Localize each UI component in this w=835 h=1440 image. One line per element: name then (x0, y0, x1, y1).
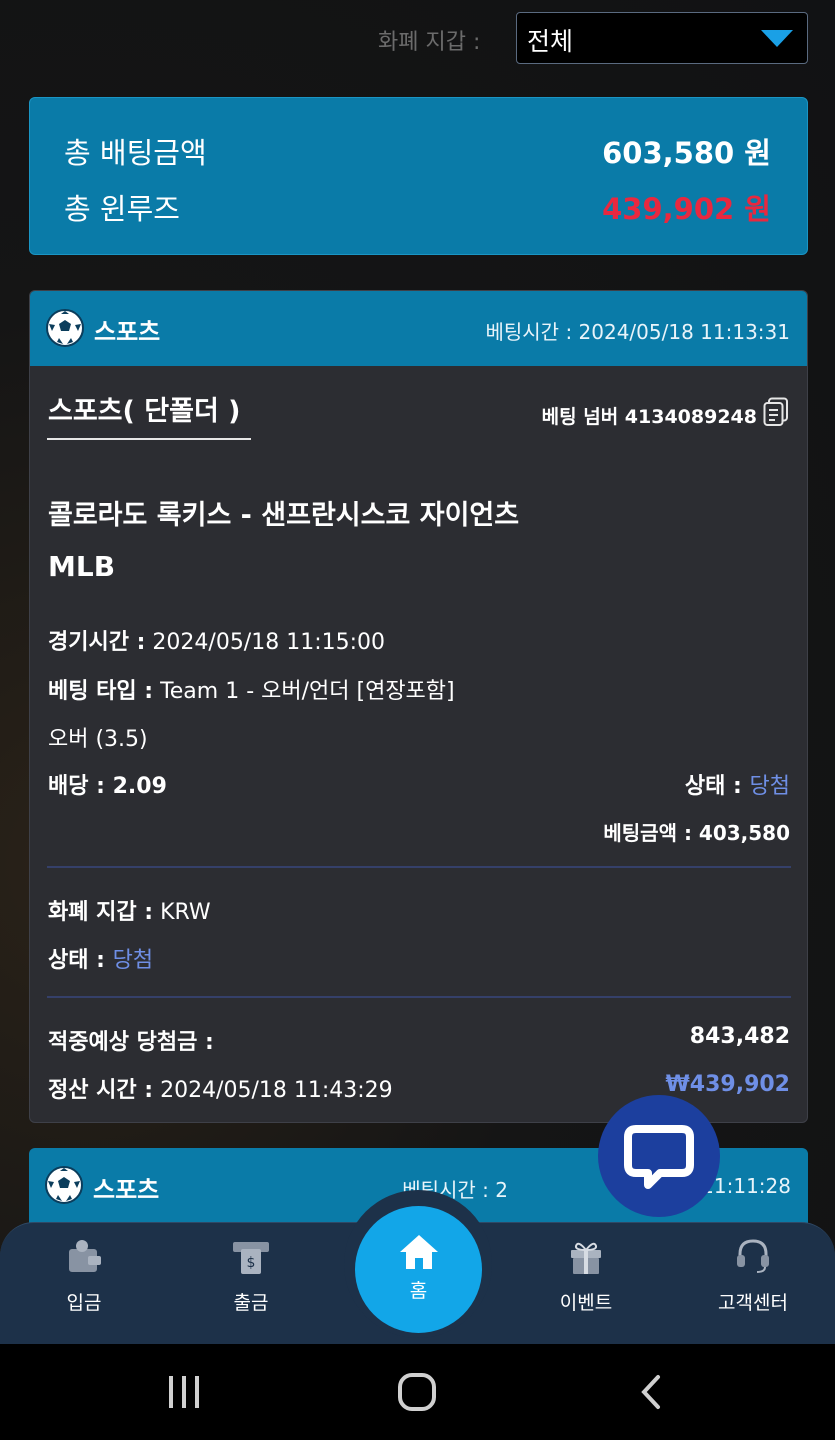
divider (47, 866, 791, 868)
status2-label: 상태 : (48, 948, 113, 973)
bet-type-underline (47, 438, 251, 440)
expected-win-row: 적중예상 당첨금 : (48, 1024, 214, 1056)
home-icon (399, 1235, 438, 1269)
settle-amount: ₩439,902 (665, 1072, 790, 1097)
recent-apps-icon[interactable] (164, 1374, 204, 1410)
wallet-filter-label: 화폐 지갑 : (378, 30, 481, 55)
nav-item-deposit[interactable]: 입금 (24, 1236, 144, 1326)
status2-row: 상태 : 당첨 (48, 942, 153, 974)
status2-badge: 당첨 (112, 948, 154, 973)
status-row: 상태 : 당첨 (685, 768, 790, 800)
soccer-ball-icon (46, 309, 84, 347)
bottom-nav: 입금 $ 출금 홈 이벤트 고객센터 (0, 1190, 835, 1344)
game-time-row: 경기시간 : 2024/05/18 11:15:00 (48, 624, 385, 656)
home-circle-icon[interactable] (397, 1372, 437, 1412)
wallet-filter-value: 전체 (527, 27, 574, 56)
nav-item-support[interactable]: 고객센터 (693, 1236, 813, 1326)
nav-label: 입금 (66, 1292, 102, 1314)
total-winloss-label: 총 윈루즈 (64, 192, 180, 226)
odds-label: 배당 : (48, 774, 105, 799)
status-badge: 당첨 (749, 774, 790, 799)
nav-item-home[interactable]: 홈 (355, 1206, 482, 1333)
bet-kind-row: 베팅 타입 : Team 1 - 오버/언더 [연장포함] (48, 673, 455, 705)
chevron-down-icon (761, 30, 793, 47)
bet-amount-label: 베팅금액 : (603, 821, 692, 845)
odds-value: 2.09 (104, 774, 167, 799)
wallet-row: 화폐 지갑 : KRW (48, 894, 211, 926)
wallet-label: 화폐 지갑 : (48, 900, 154, 925)
pick-value: 오버 (3.5) (48, 727, 148, 752)
back-icon[interactable] (636, 1374, 666, 1410)
expected-win-label: 적중예상 당첨금 : (48, 1030, 214, 1055)
odds-row: 배당 : 2.09 (48, 768, 167, 800)
expected-win-amount-wrap: 843,482 (690, 1024, 790, 1049)
settle-time-row: 정산 시간 : 2024/05/18 11:43:29 (48, 1072, 393, 1104)
bet-number: 베팅 넘버 4134089248 (541, 406, 757, 428)
wallet-value: KRW (153, 900, 211, 925)
nav-label: 홈 (409, 1280, 428, 1302)
cash-withdraw-icon: $ (233, 1242, 269, 1274)
nav-label: 출금 (233, 1292, 269, 1314)
game-time-value: 2024/05/18 11:15:00 (145, 630, 386, 655)
wallet-filter-row: 화폐 지갑 : 전체 (0, 12, 835, 64)
expected-win-amount: 843,482 (689, 1024, 790, 1049)
bet-kind-value: Team 1 - 오버/언더 [연장포함] (153, 679, 455, 704)
nav-item-withdraw[interactable]: $ 출금 (191, 1236, 311, 1326)
soccer-ball-icon (45, 1166, 83, 1204)
gift-icon (571, 1242, 601, 1274)
bet-category: 스포츠 (94, 318, 161, 346)
match-title: 콜로라도 록키스 - 샌프란시스코 자이언츠 (48, 500, 520, 531)
nav-label: 고객센터 (718, 1292, 788, 1314)
settle-time-value: 2024/05/18 11:43:29 (153, 1078, 393, 1103)
bet-amount-value: 403,580 (691, 821, 790, 845)
bet-amount-row: 베팅금액 : 403,580 (603, 817, 790, 846)
bet-card: 스포츠 베팅시간 : 2024/05/18 11:13:31 스포츠( 단폴더 … (29, 290, 808, 1123)
copy-icon[interactable] (763, 397, 789, 427)
chat-bubble-icon (624, 1125, 694, 1189)
total-bet-amount: 603,580 원 (602, 136, 771, 170)
live-chat-button[interactable] (598, 1095, 720, 1217)
league-name: MLB (48, 550, 116, 583)
nav-item-event[interactable]: 이벤트 (526, 1236, 646, 1326)
nav-label: 이벤트 (559, 1292, 613, 1314)
bet-time: 베팅시간 : 2024/05/18 11:13:31 (485, 320, 790, 344)
wallet-icon (69, 1240, 101, 1272)
status-label: 상태 : (684, 774, 750, 799)
bet-type-title: 스포츠( 단폴더 ) (48, 396, 241, 427)
total-winloss-amount: 439,902 원 (602, 192, 771, 226)
settle-time-label: 정산 시간 : (48, 1078, 154, 1103)
pick-row: 오버 (3.5) (48, 721, 148, 753)
bet-category: 스포츠 (93, 1176, 160, 1204)
bet-summary-panel: 총 배팅금액 603,580 원 총 윈루즈 439,902 원 (29, 97, 808, 255)
game-time-label: 경기시간 : (48, 630, 146, 655)
settle-amount-wrap: ₩439,902 (666, 1072, 790, 1097)
svg-text:$: $ (247, 1255, 256, 1271)
divider (47, 996, 791, 998)
headset-icon (737, 1239, 769, 1273)
bet-kind-label: 베팅 타입 : (48, 679, 154, 704)
wallet-filter-select[interactable]: 전체 (516, 12, 808, 64)
system-nav-bar (0, 1344, 835, 1440)
bet-card-header: 스포츠 베팅시간 : 2024/05/18 11:13:31 (30, 291, 807, 366)
total-bet-label: 총 배팅금액 (64, 136, 207, 170)
